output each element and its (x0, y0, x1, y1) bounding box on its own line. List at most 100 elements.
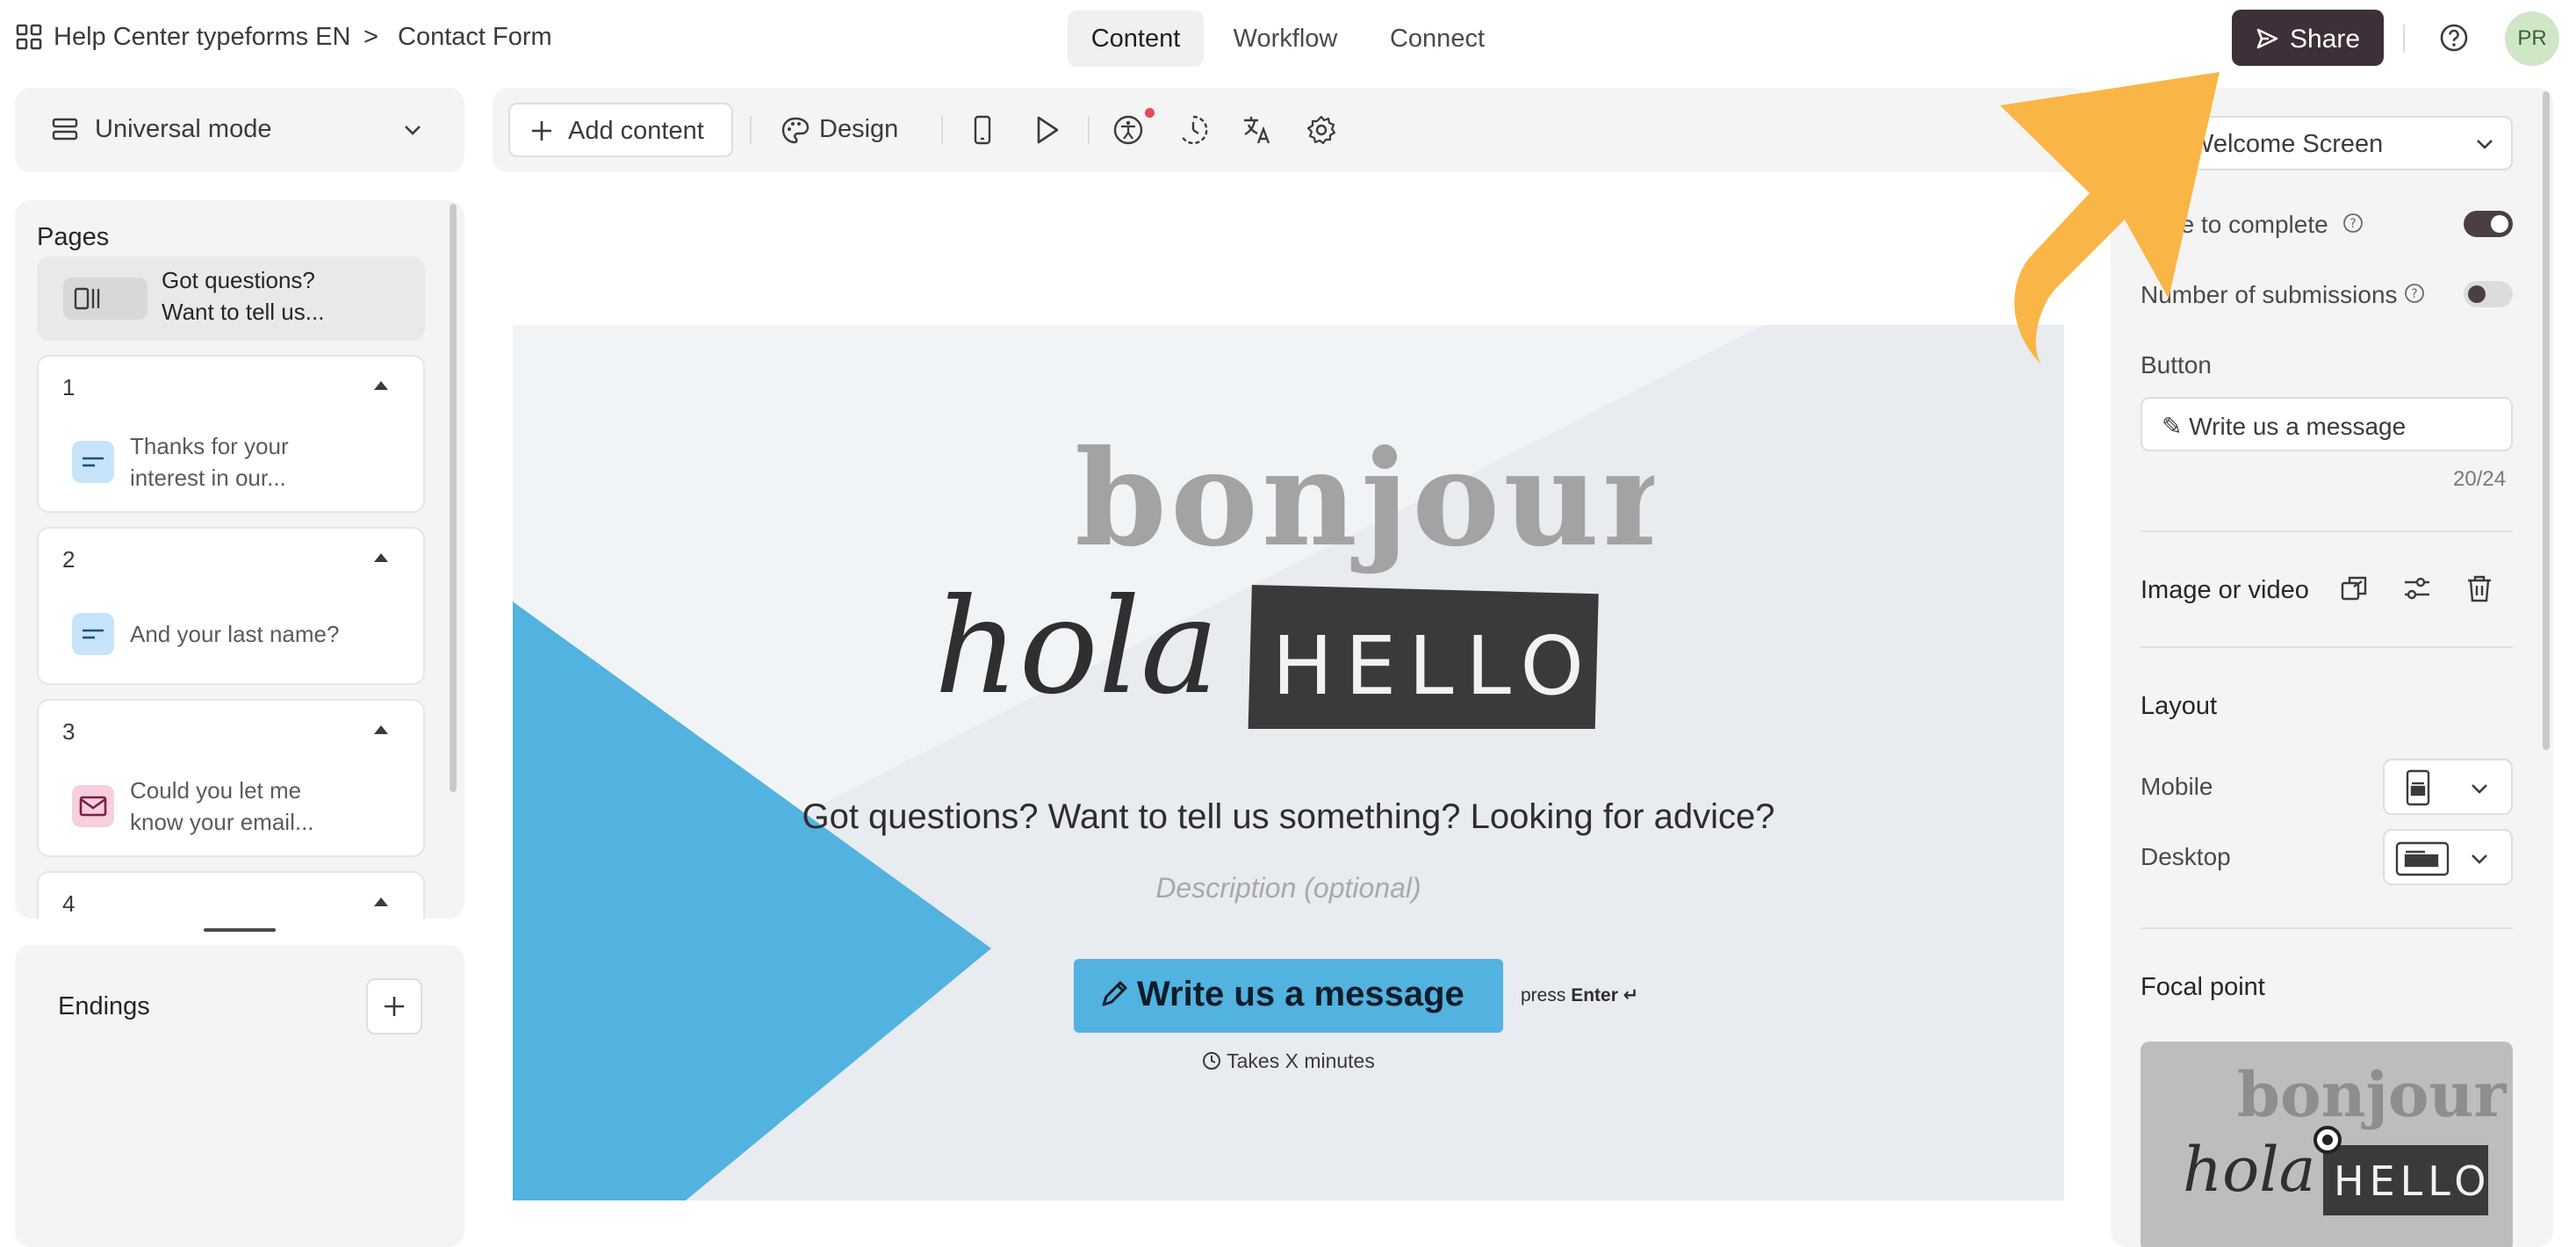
pencil-icon (1098, 978, 1130, 1010)
focal-point-marker[interactable] (2313, 1126, 2342, 1154)
focal-word-hola: hola (2183, 1134, 2315, 1206)
divider (2141, 530, 2513, 532)
short-text-icon (72, 613, 114, 655)
avatar[interactable]: PR (2505, 11, 2559, 66)
hero-image: bonjour hola HELLO (934, 422, 1654, 729)
mobile-layout-icon (2400, 769, 2436, 806)
breadcrumb-separator: > (363, 23, 378, 51)
adjust-sliders-icon[interactable] (2401, 573, 2433, 604)
divider (750, 116, 752, 144)
page-number: 1 (62, 374, 76, 400)
toolbar: Add content Design (493, 88, 2087, 172)
divider (2141, 646, 2513, 648)
settings-gear-icon[interactable] (1306, 114, 1337, 146)
mobile-preview-icon[interactable] (967, 114, 998, 146)
focal-word-hello: HELLO (2334, 1157, 2491, 1205)
endings-panel: Endings (15, 945, 464, 1247)
play-icon[interactable] (1031, 114, 1062, 146)
chevron-down-icon (2474, 135, 2495, 153)
desktop-layout-icon (2395, 841, 2450, 876)
add-content-button[interactable]: Add content (508, 103, 733, 157)
collapse-caret-icon[interactable] (374, 553, 388, 562)
page-card-4[interactable]: 4 (37, 871, 425, 919)
layers-icon (51, 116, 79, 144)
page-question-line-2: know your email... (130, 809, 314, 835)
tab-content[interactable]: Content (1068, 11, 1204, 67)
tab-workflow[interactable]: Workflow (1215, 11, 1356, 67)
button-text-value: ✎ Write us a message (2162, 413, 2407, 440)
divider (2403, 25, 2405, 53)
desktop-layout-label: Desktop (2141, 843, 2231, 870)
notification-dot (1145, 108, 1155, 118)
send-icon (2255, 26, 2279, 51)
page-question-line-1: Could you let me (130, 777, 302, 804)
submissions-toggle[interactable] (2464, 281, 2513, 307)
clock-icon (1202, 1051, 1221, 1070)
breadcrumb-form[interactable]: Contact Form (398, 23, 552, 52)
svg-text:?: ? (2411, 287, 2417, 301)
hero-word-bonjour: bonjour (1075, 422, 1654, 576)
info-icon[interactable]: ? (2342, 213, 2364, 234)
desktop-layout-select[interactable] (2383, 829, 2513, 885)
trash-icon[interactable] (2464, 573, 2495, 604)
collapse-caret-icon[interactable] (374, 897, 388, 906)
accessibility-icon[interactable] (1112, 114, 1144, 146)
design-button[interactable]: Design (770, 103, 902, 157)
welcome-page-text-1: Got questions? (162, 267, 315, 293)
hero-word-hola: hola (934, 571, 1219, 724)
focal-point-image[interactable]: bonjour hola HELLO (2141, 1042, 2513, 1247)
svg-text:?: ? (2349, 217, 2356, 231)
info-icon[interactable]: ? (2404, 283, 2425, 304)
plus-icon (529, 119, 554, 143)
short-text-icon (72, 441, 114, 483)
pages-scrollbar[interactable] (450, 204, 457, 792)
panel-scrollbar[interactable] (2543, 91, 2550, 750)
time-to-complete-note: Takes X minutes (513, 1049, 2064, 1073)
press-text: press (1521, 985, 1566, 1006)
toggle-knob (2468, 285, 2486, 303)
progress-icon[interactable] (1177, 114, 1209, 146)
page-card-3[interactable]: 3 Could you let me know your email... (37, 699, 425, 857)
collapse-caret-icon[interactable] (374, 381, 388, 390)
welcome-screen-icon (63, 278, 148, 320)
pages-panel: Pages Got questions? Want to tell us... … (15, 200, 464, 919)
cta-label: Write us a message (1137, 975, 1464, 1013)
breadcrumb-workspace[interactable]: Help Center typeforms EN (54, 23, 350, 52)
add-ending-button[interactable] (366, 978, 422, 1034)
palette-icon (781, 116, 810, 146)
page-card-2[interactable]: 2 And your last name? (37, 527, 425, 685)
annotation-arrow-icon (2000, 72, 2220, 364)
mobile-layout-label: Mobile (2141, 773, 2213, 800)
page-question-line-2: interest in our... (130, 465, 286, 491)
replace-media-icon[interactable] (2339, 573, 2371, 604)
chevron-down-icon (2469, 780, 2490, 797)
time-to-complete-toggle[interactable] (2464, 211, 2513, 237)
welcome-page-item[interactable]: Got questions? Want to tell us... (37, 256, 425, 341)
page-question-line-1: Thanks for your (130, 433, 289, 459)
email-icon (72, 785, 114, 827)
hero-word-hello: HELLO (1272, 619, 1596, 713)
layout-title: Layout (2141, 692, 2218, 720)
mobile-layout-select[interactable] (2383, 759, 2513, 815)
tab-connect[interactable]: Connect (1375, 11, 1500, 67)
focal-word-bonjour: bonjour (2237, 1058, 2507, 1131)
divider (1088, 116, 1090, 144)
welcome-headline[interactable]: Got questions? Want to tell us something… (513, 797, 2064, 837)
design-label: Design (819, 115, 899, 143)
page-card-1[interactable]: 1 Thanks for your interest in our... (37, 355, 425, 513)
mode-select[interactable]: Universal mode (15, 88, 464, 172)
page-question-line-1: And your last name? (130, 621, 340, 647)
form-preview-canvas[interactable]: bonjour hola HELLO Got questions? Want t… (513, 325, 2064, 1200)
collapse-caret-icon[interactable] (374, 725, 388, 734)
write-us-message-button[interactable]: Write us a message (1074, 959, 1503, 1033)
apps-grid-icon[interactable] (16, 24, 42, 50)
translate-icon[interactable] (1241, 114, 1273, 146)
divider (941, 116, 943, 144)
divider (2141, 927, 2513, 929)
description-placeholder[interactable]: Description (optional) (513, 872, 2064, 905)
marker-dot (2322, 1135, 2333, 1145)
help-icon[interactable] (2439, 23, 2469, 53)
mode-label: Universal mode (95, 115, 272, 143)
resize-handle[interactable] (204, 928, 276, 932)
button-text-input[interactable]: ✎ Write us a message (2141, 397, 2513, 451)
